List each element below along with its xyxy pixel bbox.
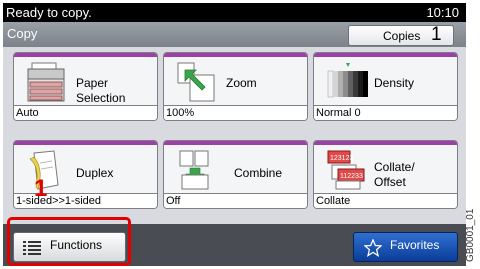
tile-accent	[314, 141, 457, 145]
tile-accent	[14, 53, 157, 57]
paper-tray-icon	[27, 62, 65, 102]
collate-offset-label: Collate/ Offset	[374, 160, 415, 189]
title-bar: Copy Copies 1	[3, 22, 466, 47]
tile-accent	[164, 141, 307, 145]
zoom-value: 100%	[164, 105, 307, 120]
copies-count: 1	[431, 24, 442, 45]
tile-accent	[164, 53, 307, 57]
status-message: Ready to copy.	[6, 5, 92, 20]
status-bar: Ready to copy. 10:10	[3, 3, 466, 22]
zoom-icon	[177, 62, 215, 102]
figure-code: GB0001_01	[465, 208, 476, 262]
tile-accent	[14, 141, 157, 145]
paper-selection-value: Auto	[14, 105, 157, 120]
copies-label: Copies	[383, 29, 421, 43]
screen-title: Copy	[7, 26, 38, 41]
copies-button[interactable]: Copies 1	[348, 24, 454, 46]
density-button[interactable]: Density Normal 0	[313, 52, 458, 121]
zoom-button[interactable]: Zoom 100%	[163, 52, 308, 121]
callout-number: 1	[34, 175, 48, 202]
combine-icon	[179, 150, 209, 190]
paper-selection-label: Paper Selection	[76, 76, 126, 105]
star-icon	[364, 239, 382, 257]
duplex-label: Duplex	[76, 166, 114, 180]
density-icon	[327, 63, 368, 98]
collate-icon: 123123 112233	[327, 150, 365, 190]
status-time: 10:10	[426, 5, 459, 20]
zoom-label: Zoom	[226, 76, 257, 90]
favorites-label: Favorites	[390, 238, 440, 252]
combine-value: Off	[164, 193, 307, 208]
collate-offset-value: Collate	[314, 193, 457, 208]
favorites-button[interactable]: Favorites	[353, 232, 458, 262]
combine-button[interactable]: Combine Off	[163, 140, 308, 209]
tile-accent	[314, 53, 457, 57]
combine-label: Combine	[234, 166, 283, 180]
collate-offset-button[interactable]: 123123 112233 Collate/ Offset Collate	[313, 140, 458, 209]
callout-highlight-box	[7, 217, 131, 266]
svg-text:112233: 112233	[340, 173, 363, 180]
paper-selection-button[interactable]: Paper Selection Auto	[13, 52, 158, 121]
density-label: Density	[374, 76, 415, 90]
svg-text:123123: 123123	[330, 155, 353, 162]
density-value: Normal 0	[314, 105, 457, 120]
